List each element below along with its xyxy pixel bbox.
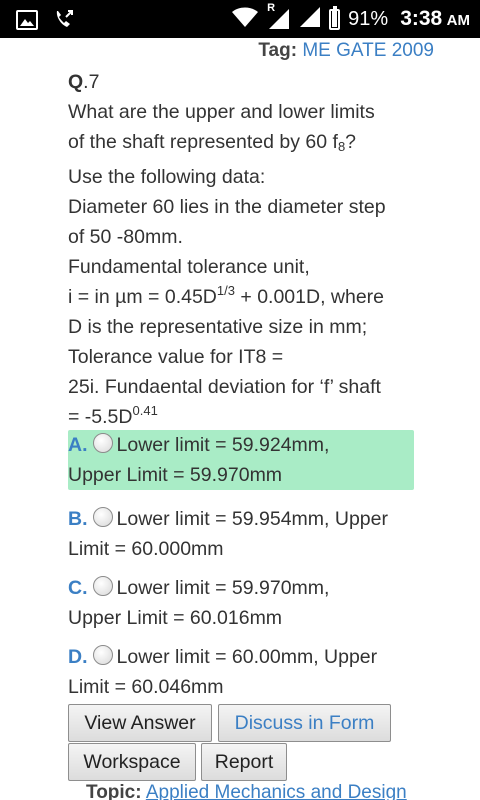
view-answer-button[interactable]: View Answer: [68, 704, 212, 742]
option-letter: B.: [68, 508, 88, 530]
signal-icon: R: [267, 2, 291, 30]
question-line: Diameter 60 lies in the diameter step: [68, 196, 386, 218]
option-text: Upper Limit = 59.970mm: [68, 464, 283, 486]
report-button[interactable]: Report: [201, 743, 287, 781]
battery-icon: [329, 5, 341, 30]
option-letter: C.: [68, 577, 88, 599]
clock-ampm: AM: [446, 12, 470, 29]
option-text: Upper Limit = 60.016mm: [68, 607, 283, 629]
question-line: Use the following data:: [68, 166, 266, 188]
option-text: Lower limit = 59.954mm, Upper: [116, 508, 389, 530]
question-number: Q.7: [68, 71, 100, 93]
status-bar: R 91% 3:38 AM: [0, 0, 480, 38]
signal-icon: [299, 6, 321, 33]
tag-label: Tag:: [258, 40, 298, 61]
tag-link[interactable]: ME GATE 2009: [302, 40, 434, 61]
question-line: Tolerance value for IT8 =: [68, 346, 284, 368]
question-line: of 50 -80mm.: [68, 226, 183, 248]
topic-line: Topic: Applied Mechanics and Design: [86, 782, 407, 800]
option-d[interactable]: D. Lower limit = 60.00mm, Upper Limit = 6…: [68, 642, 414, 702]
topic-label: Topic:: [86, 782, 142, 800]
workspace-button[interactable]: Workspace: [68, 743, 196, 781]
option-b[interactable]: B. Lower limit = 59.954mm, Upper Limit = …: [68, 504, 414, 564]
option-text: Limit = 60.046mm: [68, 676, 224, 698]
image-icon: [16, 10, 38, 35]
tag-line: Tag: ME GATE 2009: [258, 40, 434, 62]
question-line: of the shaft represented by 60 f8?: [68, 131, 357, 154]
option-c[interactable]: C. Lower limit = 59.970mm, Upper Limit = …: [68, 573, 414, 633]
radio-button[interactable]: [92, 433, 113, 453]
option-text: Lower limit = 59.970mm,: [116, 577, 330, 599]
wifi-icon: [231, 6, 259, 33]
option-letter: D.: [68, 646, 88, 668]
option-letter: A.: [68, 434, 88, 456]
option-text: Lower limit = 59.924mm,: [116, 434, 330, 456]
radio-button[interactable]: [92, 576, 113, 596]
clock-time: 3:38: [400, 7, 443, 30]
battery-percent: 91%: [348, 7, 389, 30]
question-line: What are the upper and lower limits: [68, 101, 375, 123]
missed-call-icon: [52, 8, 78, 37]
radio-button[interactable]: [92, 507, 113, 527]
option-text: Limit = 60.000mm: [68, 538, 224, 560]
option-text: Lower limit = 60.00mm, Upper: [116, 646, 378, 668]
question-line: D is the representative size in mm;: [68, 316, 368, 338]
discuss-in-form-button[interactable]: Discuss in Form: [218, 704, 391, 742]
question-line: Fundamental tolerance unit,: [68, 256, 310, 278]
question-line: = -5.5D0.41: [68, 403, 158, 428]
question-line: i = in µm = 0.45D1/3 + 0.001D, where: [68, 283, 385, 308]
notification-icons: [16, 8, 78, 37]
option-a[interactable]: A. Lower limit = 59.924mm, Upper Limit = …: [68, 430, 414, 490]
radio-button[interactable]: [92, 645, 113, 665]
topic-link[interactable]: Applied Mechanics and Design: [146, 782, 407, 800]
question-line: 25i. Fundaental deviation for ‘f’ shaft: [68, 376, 381, 398]
question-text: Q.7 What are the upper and lower limits …: [68, 67, 438, 432]
